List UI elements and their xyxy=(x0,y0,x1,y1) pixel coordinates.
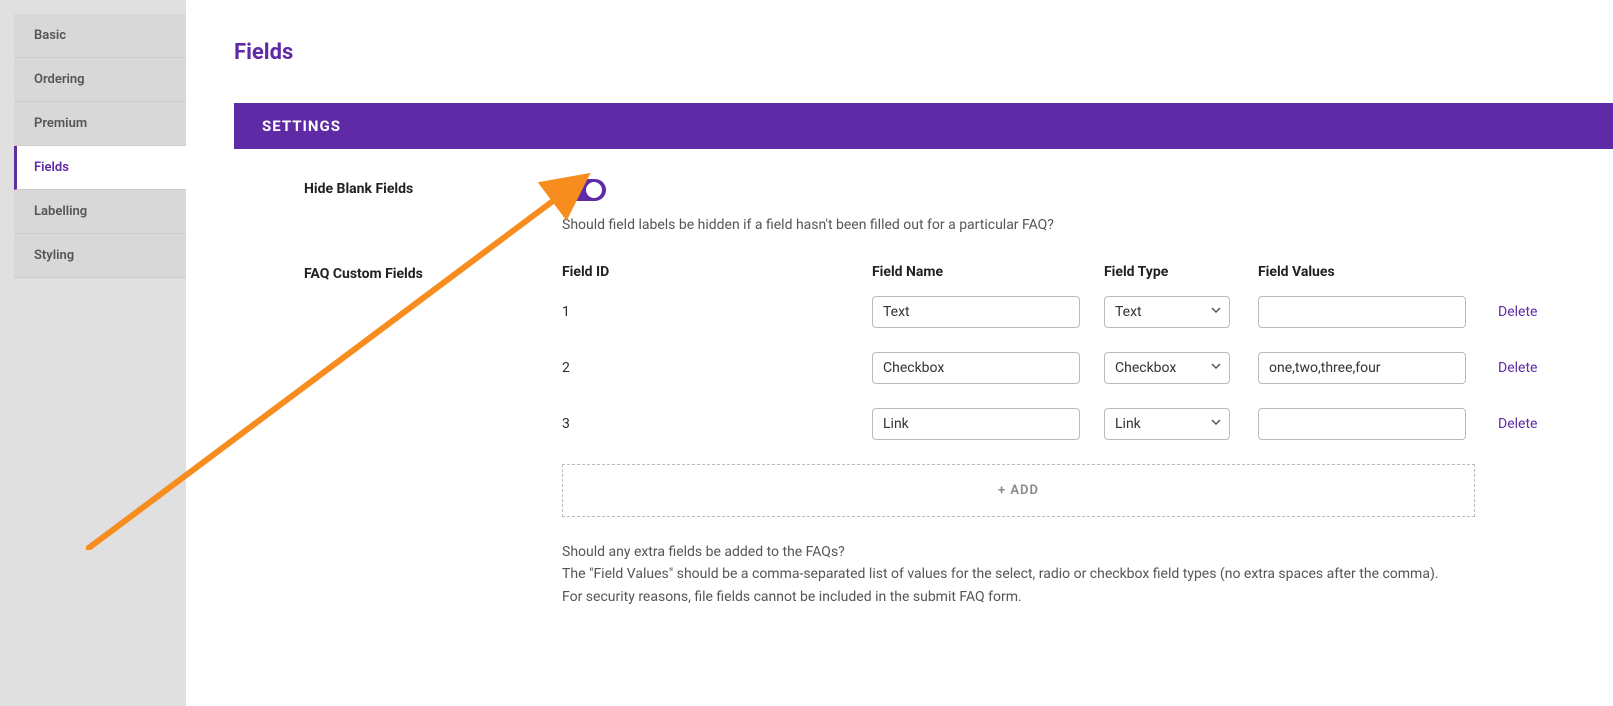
custom-fields-label: FAQ Custom Fields xyxy=(304,264,562,608)
field-type-select[interactable]: Text xyxy=(1104,296,1230,328)
add-button[interactable]: + ADD xyxy=(562,464,1475,517)
row-id: 2 xyxy=(562,360,872,376)
header-field-type: Field Type xyxy=(1104,264,1258,280)
settings-body: Hide Blank Fields Should field labels be… xyxy=(234,149,1613,666)
field-values-input[interactable] xyxy=(1258,296,1466,328)
fields-header-row: Field ID Field Name Field Type Field Val… xyxy=(562,264,1581,280)
delete-button[interactable]: Delete xyxy=(1498,360,1537,376)
sidebar: Basic Ordering Premium Fields Labelling … xyxy=(0,0,186,706)
field-type-select[interactable]: Link xyxy=(1104,408,1230,440)
hide-blank-label: Hide Blank Fields xyxy=(304,179,562,236)
hide-blank-help: Should field labels be hidden if a field… xyxy=(562,215,1581,236)
table-row: 3 Link xyxy=(562,408,1581,440)
delete-button[interactable]: Delete xyxy=(1498,416,1537,432)
field-name-input[interactable] xyxy=(872,408,1080,440)
hide-blank-toggle[interactable] xyxy=(562,179,606,201)
sidebar-item-fields[interactable]: Fields xyxy=(14,146,186,190)
header-field-id: Field ID xyxy=(562,264,872,280)
field-name-input[interactable] xyxy=(872,296,1080,328)
row-id: 3 xyxy=(562,416,872,432)
row-id: 1 xyxy=(562,304,872,320)
sidebar-item-premium[interactable]: Premium xyxy=(14,102,186,146)
delete-button[interactable]: Delete xyxy=(1498,304,1537,320)
sidebar-item-basic[interactable]: Basic xyxy=(14,14,186,58)
field-name-input[interactable] xyxy=(872,352,1080,384)
page-title: Fields xyxy=(234,40,1613,65)
field-values-input[interactable] xyxy=(1258,352,1466,384)
field-values-input[interactable] xyxy=(1258,408,1466,440)
custom-fields-description: Should any extra fields be added to the … xyxy=(562,541,1581,608)
setting-hide-blank: Hide Blank Fields Should field labels be… xyxy=(304,179,1581,236)
header-field-name: Field Name xyxy=(872,264,1104,280)
main-content: Fields SETTINGS Hide Blank Fields Should… xyxy=(186,0,1613,706)
table-row: 1 Text xyxy=(562,296,1581,328)
sidebar-item-labelling[interactable]: Labelling xyxy=(14,190,186,234)
sidebar-item-styling[interactable]: Styling xyxy=(14,234,186,278)
toggle-knob xyxy=(586,182,602,198)
sidebar-item-ordering[interactable]: Ordering xyxy=(14,58,186,102)
custom-fields-table: Field ID Field Name Field Type Field Val… xyxy=(562,264,1581,608)
settings-header: SETTINGS xyxy=(234,103,1613,149)
table-row: 2 Checkbox xyxy=(562,352,1581,384)
field-type-select[interactable]: Checkbox xyxy=(1104,352,1230,384)
setting-custom-fields: FAQ Custom Fields Field ID Field Name Fi… xyxy=(304,264,1581,608)
header-field-values: Field Values xyxy=(1258,264,1490,280)
